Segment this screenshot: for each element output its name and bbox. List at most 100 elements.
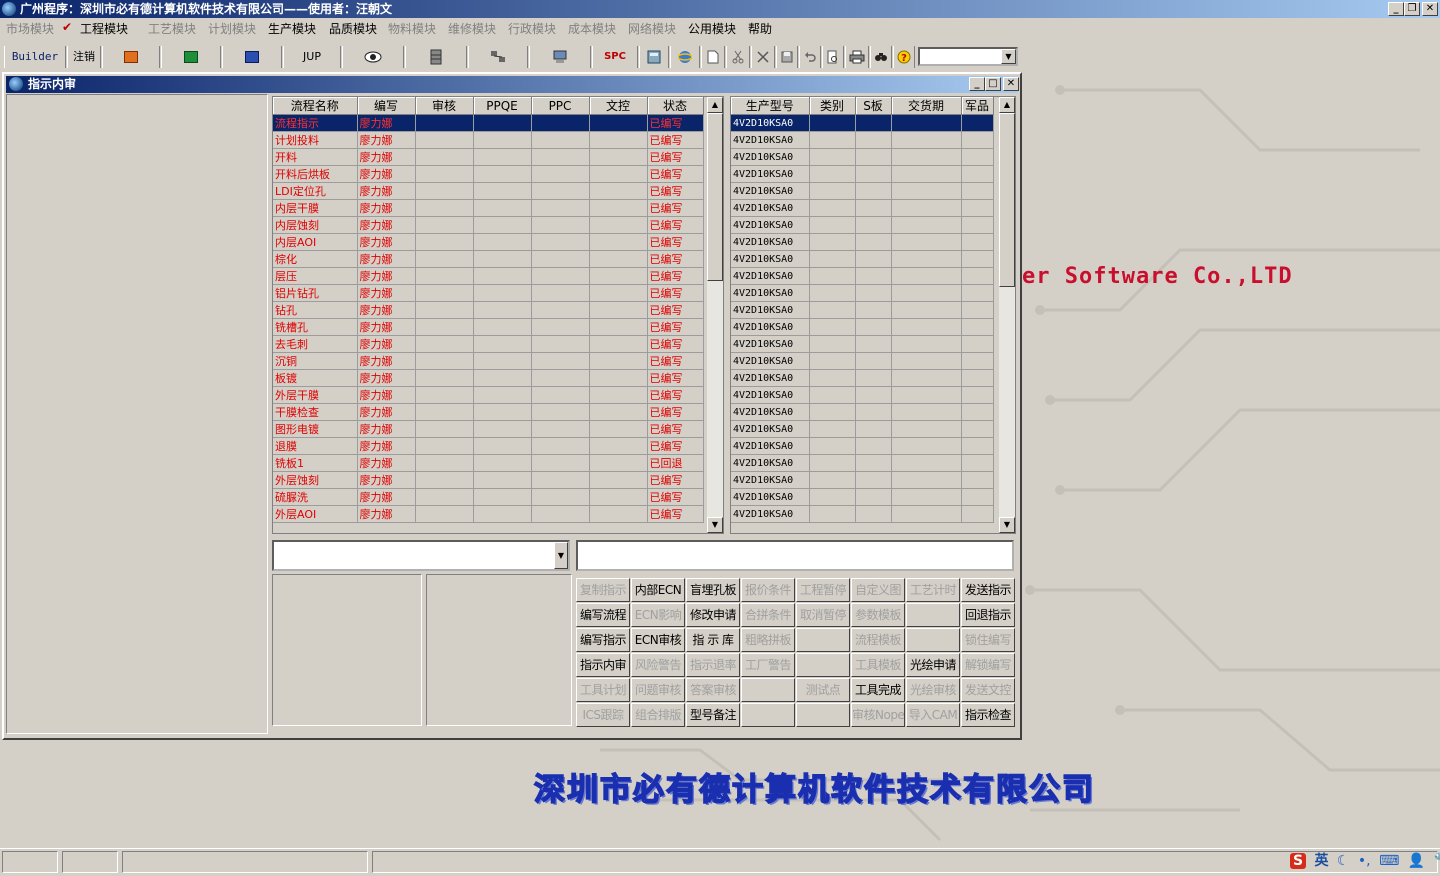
table-cell[interactable] [961, 165, 994, 183]
table-cell[interactable]: 4V2D10KSA0 [731, 182, 810, 200]
table-cell[interactable]: 4V2D10KSA0 [731, 216, 810, 234]
table-cell[interactable]: 已编写 [647, 420, 704, 438]
table-cell[interactable]: 计划投料 [273, 131, 358, 149]
table-cell[interactable]: 开料后烘板 [273, 165, 358, 183]
table-cell[interactable] [961, 505, 994, 523]
action-button[interactable] [741, 678, 795, 702]
table-row[interactable]: 层压 廖力娜 已编写 [273, 267, 704, 285]
table-cell[interactable] [891, 165, 962, 183]
save-icon[interactable] [776, 46, 798, 68]
menu-quality[interactable]: 品质模块 [329, 20, 377, 37]
table-row[interactable]: 外层干膜 廖力娜 已编写 [273, 386, 704, 404]
table-cell[interactable] [589, 216, 648, 234]
table-cell[interactable] [891, 250, 962, 268]
table-cell[interactable] [589, 284, 648, 302]
table-row[interactable]: 计划投料 廖力娜 已编写 [273, 131, 704, 149]
table-cell[interactable]: 板镀 [273, 369, 358, 387]
table-cell[interactable] [961, 148, 994, 166]
table-cell[interactable] [531, 471, 590, 489]
table-cell[interactable]: 图形电镀 [273, 420, 358, 438]
table-cell[interactable] [415, 301, 474, 319]
table-cell[interactable]: 已编写 [647, 250, 704, 268]
table-cell[interactable] [531, 403, 590, 421]
table-cell[interactable] [961, 420, 994, 438]
table-cell[interactable] [961, 216, 994, 234]
table-cell[interactable] [415, 165, 474, 183]
table-cell[interactable]: 4V2D10KSA0 [731, 267, 810, 285]
table-cell[interactable]: 4V2D10KSA0 [731, 420, 810, 438]
table-cell[interactable] [473, 505, 532, 523]
table-cell[interactable]: 退膜 [273, 437, 358, 455]
chevron-down-icon[interactable]: ▼ [1001, 49, 1016, 64]
table-row[interactable]: 板镀 廖力娜 已编写 [273, 369, 704, 387]
table-cell[interactable]: 4V2D10KSA0 [731, 250, 810, 268]
action-button[interactable] [906, 603, 960, 627]
table-cell[interactable] [809, 437, 856, 455]
table-cell[interactable] [415, 131, 474, 149]
table-cell[interactable] [809, 250, 856, 268]
table-cell[interactable] [891, 131, 962, 149]
table-cell[interactable]: 内层干膜 [273, 199, 358, 217]
table-cell[interactable]: 已编写 [647, 505, 704, 523]
table-cell[interactable]: 内层AOI [273, 233, 358, 251]
table-cell[interactable]: 已编写 [647, 267, 704, 285]
table-row[interactable]: 4V2D10KSA0 [731, 216, 994, 234]
table-row[interactable]: 内层蚀刻 廖力娜 已编写 [273, 216, 704, 234]
table-cell[interactable] [891, 386, 962, 404]
table-cell[interactable] [891, 454, 962, 472]
table-cell[interactable] [809, 284, 856, 302]
table-cell[interactable] [855, 267, 892, 285]
table-cell[interactable] [531, 182, 590, 200]
cut-icon[interactable] [726, 46, 750, 68]
menu-network[interactable]: 网络模块 [628, 20, 676, 37]
table-cell[interactable] [961, 437, 994, 455]
table-cell[interactable] [891, 335, 962, 353]
table-cell[interactable] [415, 505, 474, 523]
chevron-down-icon[interactable]: ▼ [554, 542, 568, 569]
table-row[interactable]: 铣板1 廖力娜 已回退 [273, 454, 704, 472]
action-button[interactable]: 指示退率 [686, 653, 740, 677]
table-cell[interactable]: 4V2D10KSA0 [731, 131, 810, 149]
action-button[interactable]: ECN影响 [631, 603, 685, 627]
table-cell[interactable]: 4V2D10KSA0 [731, 165, 810, 183]
action-button[interactable]: 指 示 库 [686, 628, 740, 652]
table-cell[interactable] [855, 471, 892, 489]
menu-planning[interactable]: 计划模块 [208, 20, 256, 37]
table-cell[interactable]: 廖力娜 [357, 420, 416, 438]
table-cell[interactable]: 已编写 [647, 386, 704, 404]
table-cell[interactable] [589, 335, 648, 353]
table-cell[interactable] [855, 216, 892, 234]
table-cell[interactable] [809, 386, 856, 404]
table-cell[interactable] [531, 505, 590, 523]
table-cell[interactable] [961, 301, 994, 319]
action-button[interactable]: 流程模板 [851, 628, 905, 652]
table-cell[interactable] [891, 233, 962, 251]
table-cell[interactable] [891, 471, 962, 489]
table-cell[interactable] [473, 488, 532, 506]
table-row[interactable]: 4V2D10KSA0 [731, 148, 994, 166]
sogou-ime-icon[interactable]: S [1290, 853, 1306, 869]
table-cell[interactable] [809, 131, 856, 149]
table-cell[interactable] [855, 488, 892, 506]
table-cell[interactable]: 沉铜 [273, 352, 358, 370]
table-cell[interactable] [809, 352, 856, 370]
table-row[interactable]: 4V2D10KSA0 [731, 437, 994, 455]
table-cell[interactable]: 4V2D10KSA0 [731, 403, 810, 421]
table-cell[interactable]: 已编写 [647, 352, 704, 370]
table-cell[interactable] [961, 284, 994, 302]
process-column-header[interactable]: 编写 [357, 97, 416, 115]
left-tree-panel[interactable] [6, 94, 268, 734]
table-cell[interactable] [891, 199, 962, 217]
table-cell[interactable] [589, 420, 648, 438]
table-row[interactable]: 内层AOI 廖力娜 已编写 [273, 233, 704, 251]
table-cell[interactable] [473, 403, 532, 421]
close-button[interactable]: ✕ [1422, 2, 1438, 16]
table-cell[interactable] [809, 403, 856, 421]
table-cell[interactable] [809, 505, 856, 523]
table-cell[interactable] [531, 318, 590, 336]
table-cell[interactable] [891, 284, 962, 302]
table-cell[interactable] [961, 369, 994, 387]
table-cell[interactable] [855, 403, 892, 421]
table-cell[interactable]: 已编写 [647, 318, 704, 336]
table-cell[interactable]: 硫脲洗 [273, 488, 358, 506]
